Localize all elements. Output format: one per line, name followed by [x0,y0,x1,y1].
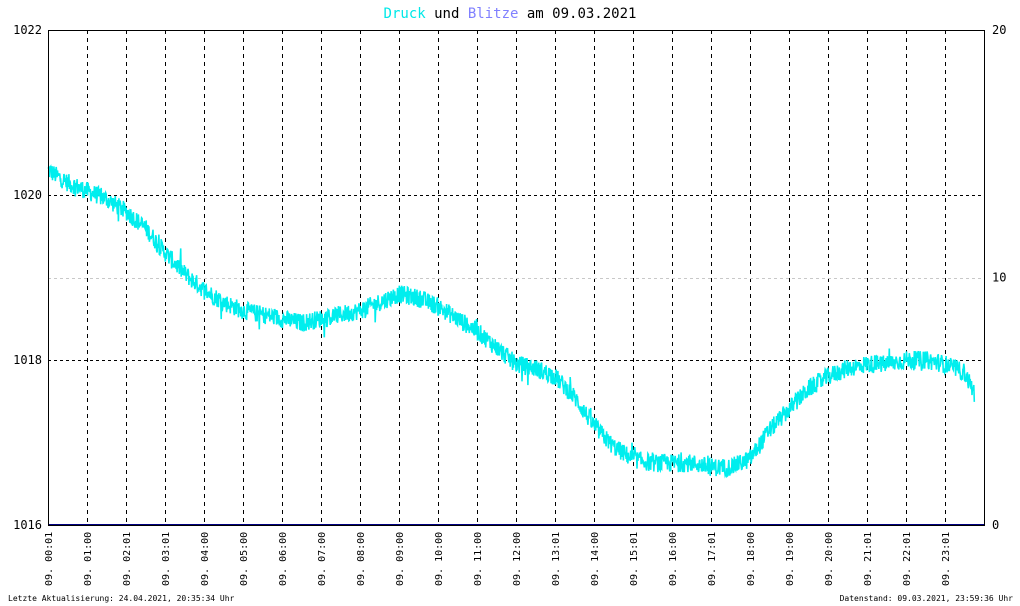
title-date: am 09.03.2021 [518,6,636,22]
y-left-tick-label: 1022 [13,23,42,37]
x-tick-label: 09. 08:00 [356,532,367,586]
x-tick-label: 09. 14:00 [590,532,601,586]
x-tick-label: 09. 20:00 [824,532,835,586]
series-pressure [47,164,976,479]
x-tick-label: 09. 23:01 [941,532,952,586]
title-druck: Druck [384,6,427,22]
title-blitze: Blitze [468,6,519,22]
y-axis-left: 1016 1018 1020 1022 [13,23,42,532]
x-tick-label: 09. 05:00 [239,532,250,586]
x-tick-label: 09. 11:00 [473,532,484,586]
footer-data-status: Datenstand: 09.03.2021, 23:59:36 Uhr [840,594,1014,603]
x-tick-label: 09. 04:00 [200,532,211,586]
x-tick-label: 09. 06:00 [278,532,289,586]
x-axis: 09. 00:01 09. 01:00 09. 02:01 09. 03:01 09. … [44,532,952,586]
pressure-lightning-chart: Druck und Blitze am 09.03.2021 101610181… [8,6,1014,603]
y-right-tick-label: 0 [992,518,999,532]
x-tick-label: 09. 16:00 [668,532,679,586]
x-tick-label: 09. 12:00 [512,532,523,586]
x-tick-label: 09. 15:01 [629,532,640,586]
x-tick-label: 09. 02:01 [122,532,133,586]
x-tick-label: 09. 01:00 [83,532,94,586]
y-left-tick-label: 1018 [13,353,42,367]
y-left-tick-label: 1020 [13,188,42,202]
y-axis-right: 0 10 20 [992,23,1006,532]
x-tick-label: 09. 00:01 [44,532,55,586]
x-tick-label: 09. 17:01 [707,532,718,586]
x-tick-label: 09. 09:00 [395,532,406,586]
x-tick-label: 09. 22:01 [902,532,913,586]
x-tick-label: 09. 18:00 [746,532,757,586]
x-tick-label: 09. 19:00 [785,532,796,586]
footer-last-update: Letzte Aktualisierung: 24.04.2021, 20:35… [8,594,235,603]
y-left-tick-label: 1016 [13,518,42,532]
x-tick-label: 09. 13:01 [551,532,562,586]
x-tick-label: 09. 21:01 [863,532,874,586]
x-tick-label: 09. 07:00 [317,532,328,586]
title-und: und [426,6,468,22]
x-tick-label: 09. 10:00 [434,532,445,586]
x-tick-label: 09. 03:01 [161,532,172,586]
chart-title: Druck und Blitze am 09.03.2021 [384,6,637,22]
y-right-tick-label: 20 [992,23,1006,37]
y-right-tick-label: 10 [992,271,1006,285]
